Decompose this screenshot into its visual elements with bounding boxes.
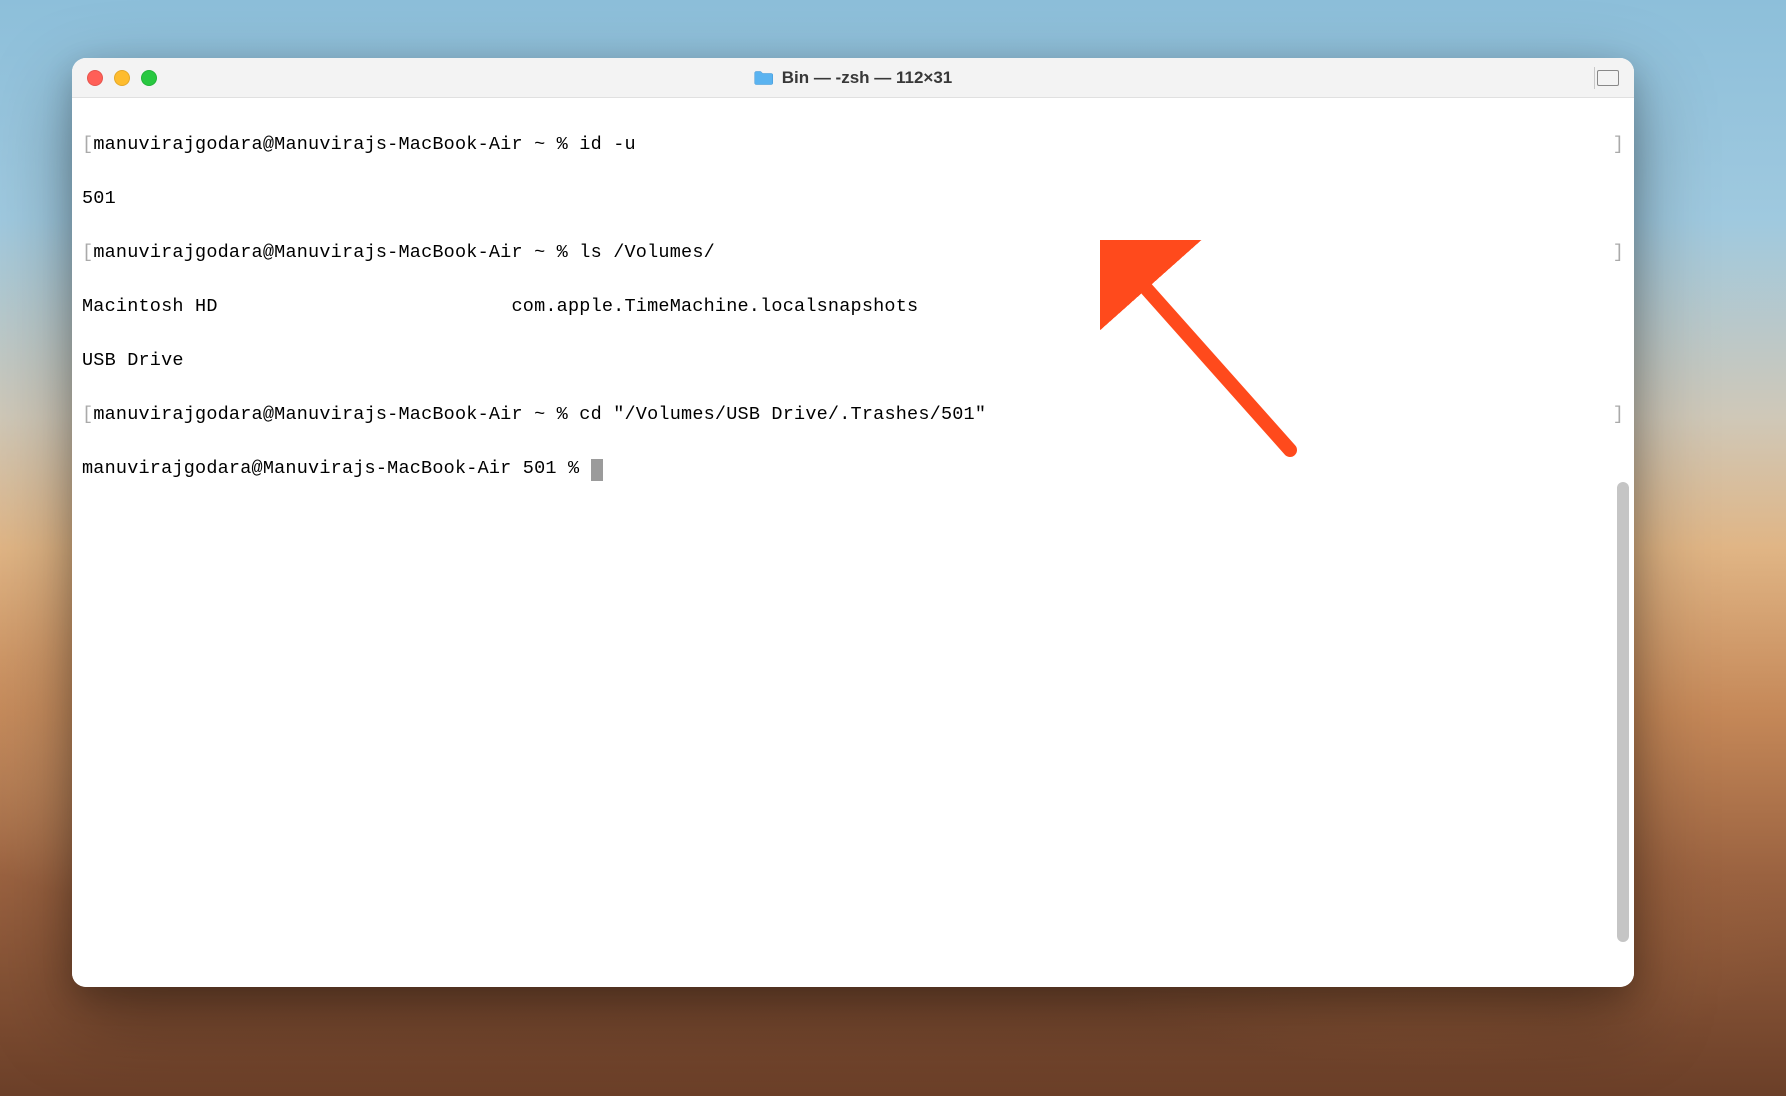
terminal-line: Macintosh HD com.apple.TimeMachine.local…: [82, 293, 1624, 320]
folder-icon: [754, 70, 774, 86]
maximize-button[interactable]: [141, 70, 157, 86]
terminal-line: [manuvirajgodara@Manuvirajs-MacBook-Air …: [82, 239, 1624, 266]
bracket-open: [: [82, 134, 93, 155]
window-title: Bin — -zsh — 112×31: [754, 68, 953, 88]
titlebar-right-controls: [1592, 67, 1619, 89]
prompt: manuvirajgodara@Manuvirajs-MacBook-Air ~…: [93, 242, 579, 263]
terminal-line: USB Drive: [82, 347, 1624, 374]
prompt: manuvirajgodara@Manuvirajs-MacBook-Air ~…: [93, 404, 579, 425]
scrollbar-thumb[interactable]: [1617, 482, 1629, 942]
command-text: ls /Volumes/: [579, 242, 715, 263]
close-button[interactable]: [87, 70, 103, 86]
traffic-lights: [87, 70, 157, 86]
terminal-line: 501: [82, 185, 1624, 212]
output-text: Macintosh HD com.apple.TimeMachine.local…: [82, 296, 918, 317]
terminal-cursor: [591, 459, 603, 481]
terminal-line: [manuvirajgodara@Manuvirajs-MacBook-Air …: [82, 131, 1624, 158]
output-text: 501: [82, 188, 116, 209]
prompt: manuvirajgodara@Manuvirajs-MacBook-Air 5…: [82, 458, 591, 479]
terminal-line: [manuvirajgodara@Manuvirajs-MacBook-Air …: [82, 401, 1624, 428]
window-title-text: Bin — -zsh — 112×31: [782, 68, 953, 88]
terminal-window: Bin — -zsh — 112×31 [manuvirajgodara@Man…: [72, 58, 1634, 987]
terminal-line: manuvirajgodara@Manuvirajs-MacBook-Air 5…: [82, 455, 1624, 482]
minimize-button[interactable]: [114, 70, 130, 86]
command-text: id -u: [579, 134, 636, 155]
terminal-content[interactable]: [manuvirajgodara@Manuvirajs-MacBook-Air …: [72, 98, 1634, 987]
titlebar-divider: [1594, 67, 1595, 89]
window-titlebar[interactable]: Bin — -zsh — 112×31: [72, 58, 1634, 98]
command-text: cd "/Volumes/USB Drive/.Trashes/501": [579, 404, 986, 425]
panel-toggle-icon[interactable]: [1597, 70, 1619, 86]
output-text: USB Drive: [82, 350, 184, 371]
bracket-open: [: [82, 242, 93, 263]
scrollbar-track[interactable]: [1614, 102, 1632, 981]
prompt: manuvirajgodara@Manuvirajs-MacBook-Air ~…: [93, 134, 579, 155]
bracket-open: [: [82, 404, 93, 425]
